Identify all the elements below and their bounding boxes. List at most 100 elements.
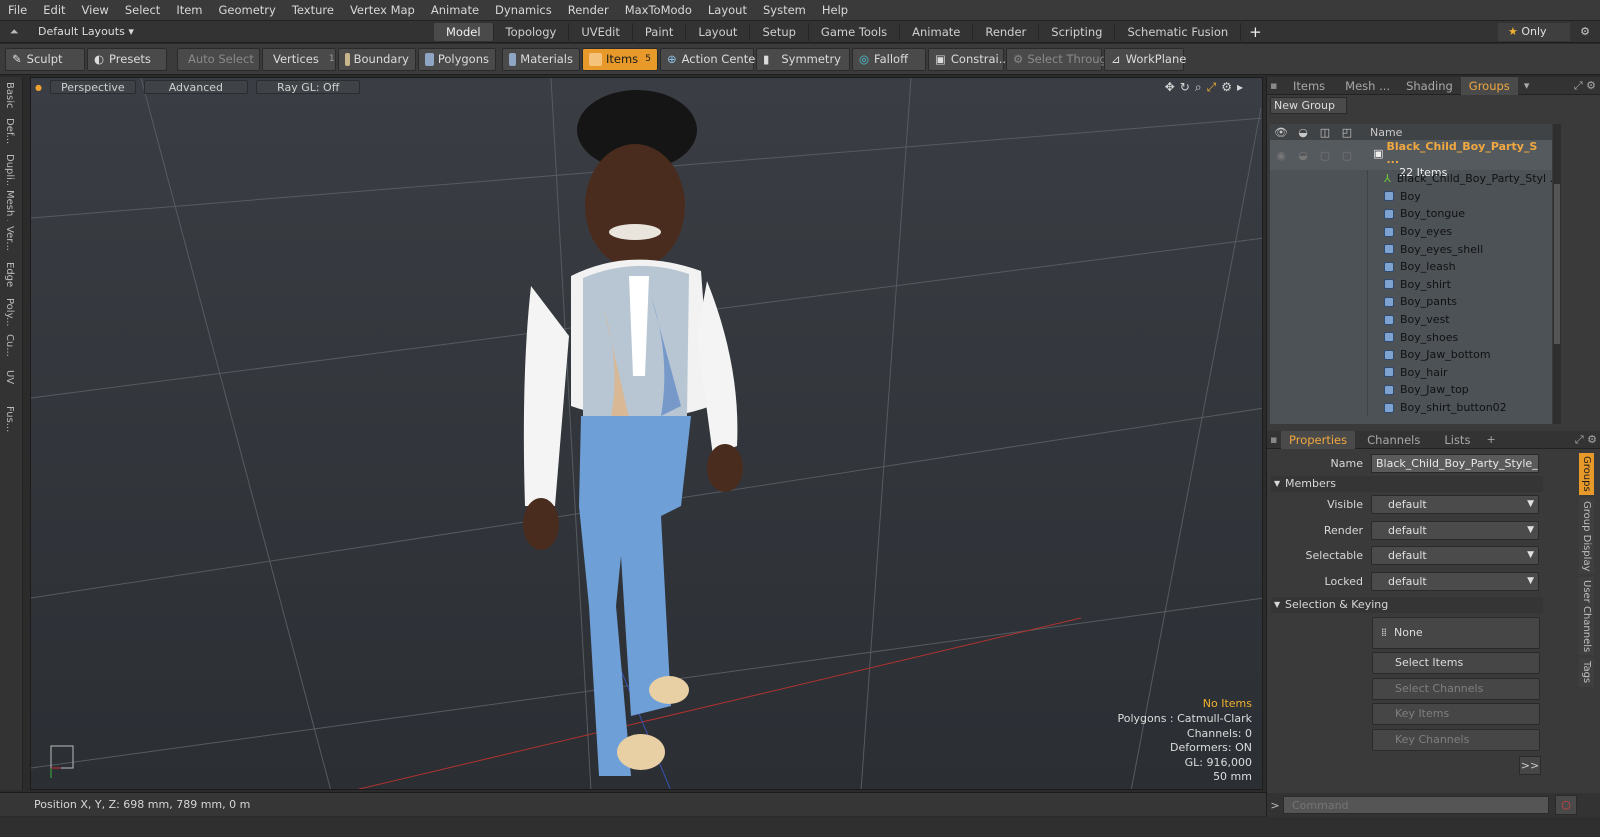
tab-model[interactable]: Model <box>434 22 494 41</box>
menu-system[interactable]: System <box>755 3 814 17</box>
advanced-dropdown[interactable]: Advanced <box>143 80 249 94</box>
menu-select[interactable]: Select <box>117 3 168 17</box>
only-toggle[interactable]: ★ Only <box>1498 22 1570 41</box>
raygl-dropdown[interactable]: Ray GL: Off <box>256 80 361 94</box>
left-tab-basic[interactable]: Basic <box>4 79 15 113</box>
tab-channels[interactable]: Channels <box>1355 431 1432 449</box>
tab-game-tools[interactable]: Game Tools <box>809 22 901 41</box>
side-tab-user-channels[interactable]: User Channels <box>1579 577 1594 656</box>
list-item[interactable]: Boy_Jaw_top <box>1270 381 1552 399</box>
list-item[interactable]: Boy_hair <box>1270 363 1552 382</box>
command-input[interactable] <box>1283 796 1549 814</box>
list-item[interactable]: Boy_shirt <box>1270 275 1552 294</box>
tab-properties[interactable]: Properties <box>1281 430 1356 449</box>
menu-animate[interactable]: Animate <box>423 3 487 17</box>
key-channels-button[interactable]: Key Channels <box>1372 729 1540 751</box>
left-tab-fusion[interactable]: Fus... <box>4 403 15 437</box>
side-tab-tags[interactable]: Tags <box>1579 658 1594 687</box>
tab-topology[interactable]: Topology <box>494 22 570 41</box>
properties-expand-icon[interactable]: ⤢ ⚙ <box>1575 433 1600 447</box>
visibility-toggle[interactable]: ◉ <box>1270 149 1292 162</box>
scrollbar-thumb[interactable] <box>1554 184 1560 344</box>
tab-shading[interactable]: Shading <box>1398 77 1461 95</box>
select-items-button[interactable]: Select Items <box>1372 652 1540 674</box>
none-button[interactable]: ⁞⁞ None <box>1372 617 1540 649</box>
name-column-header[interactable]: Name <box>1358 126 1402 139</box>
select-column-icon[interactable]: ◰ <box>1336 126 1358 139</box>
viewport-gear-icon[interactable]: ⚙ <box>1221 80 1237 94</box>
list-item[interactable]: Boy <box>1270 187 1552 206</box>
list-item[interactable]: Boy_Jaw_bottom <box>1270 345 1552 364</box>
list-item[interactable]: Boy_eyes_shell <box>1270 240 1552 258</box>
list-item[interactable]: Boy_eyes <box>1270 222 1552 241</box>
presets-button[interactable]: ◐ Presets <box>87 47 167 71</box>
tab-uvedit[interactable]: UVEdit <box>569 22 633 41</box>
selection-keying-section[interactable]: ▼ Selection & Keying <box>1271 597 1543 613</box>
falloff-button[interactable]: ◎ Falloff <box>852 47 926 71</box>
menu-geometry[interactable]: Geometry <box>211 3 284 17</box>
auto-select-button[interactable]: Auto Select <box>177 47 260 71</box>
left-tab-curve[interactable]: Cu... <box>4 331 15 365</box>
boundary-button[interactable]: Boundary <box>338 47 416 71</box>
menu-help[interactable]: Help <box>814 3 856 17</box>
eye-column-icon[interactable]: 👁 <box>1270 126 1292 139</box>
left-tab-polygon[interactable]: Poly... <box>4 295 15 329</box>
key-items-button[interactable]: Key Items <box>1372 703 1540 725</box>
panel-expand-icon[interactable]: ⤢ ⚙ <box>1574 79 1600 93</box>
tab-mesh[interactable]: Mesh ... <box>1337 77 1398 95</box>
materials-button[interactable]: Materials <box>502 47 580 71</box>
tab-lists[interactable]: Lists <box>1432 431 1482 449</box>
left-tab-edge[interactable]: Edge <box>4 259 15 293</box>
new-group-button[interactable]: New Group <box>1270 97 1347 114</box>
list-scrollbar[interactable] <box>1553 124 1561 424</box>
list-item[interactable]: Boy_shoes <box>1270 328 1552 346</box>
polygons-button[interactable]: Polygons <box>418 47 496 71</box>
selectable-dropdown[interactable]: default ▼ <box>1371 545 1539 565</box>
lock-toggle[interactable]: ▢ <box>1314 149 1336 162</box>
menu-view[interactable]: View <box>74 3 117 17</box>
perspective-dropdown[interactable]: Perspective <box>49 80 136 94</box>
menu-layout[interactable]: Layout <box>700 3 755 17</box>
maximize-icon[interactable]: ⤢ <box>1207 80 1222 94</box>
tab-paint[interactable]: Paint <box>633 22 687 41</box>
menu-edit[interactable]: Edit <box>35 3 73 17</box>
tab-render[interactable]: Render <box>973 22 1040 41</box>
action-center-button[interactable]: ⊕ Action Center <box>660 47 760 71</box>
locked-dropdown[interactable]: default ▼ <box>1371 571 1539 591</box>
zoom-icon[interactable]: ⌕ <box>1195 80 1207 94</box>
record-icon[interactable]: ○ <box>1555 795 1577 815</box>
tab-animate[interactable]: Animate <box>900 22 974 41</box>
list-item[interactable]: Boy_shirt_button02 <box>1270 398 1552 417</box>
character-model[interactable] <box>511 86 811 786</box>
tab-scripting[interactable]: Scripting <box>1039 22 1116 41</box>
menu-render[interactable]: Render <box>560 3 617 17</box>
lock-column-icon[interactable]: ◫ <box>1314 126 1336 139</box>
tab-layout[interactable]: Layout <box>686 22 751 41</box>
list-item[interactable]: Boy_pants <box>1270 293 1552 311</box>
group-row[interactable]: ◉ ◒ ▢ ▢ ▣ Black_Child_Boy_Party_S ... 22 Ite… <box>1270 140 1552 179</box>
constrain-button[interactable]: ▣ Constrai... <box>928 47 1010 71</box>
menu-file[interactable]: File <box>0 3 35 17</box>
tabs-menu-icon[interactable]: ▾ <box>1524 79 1530 92</box>
side-tab-groups[interactable]: Groups <box>1579 453 1594 495</box>
sculpt-button[interactable]: ✎ Sculpt <box>5 47 85 71</box>
items-button[interactable]: Items 5 <box>582 47 658 71</box>
layout-dropdown[interactable]: Default Layouts ▾ <box>28 25 158 38</box>
move-icon[interactable]: ✥ <box>1165 80 1180 94</box>
more-button[interactable]: >> <box>1519 756 1541 775</box>
list-item[interactable]: Boy_vest <box>1270 310 1552 329</box>
side-tab-group-display[interactable]: Group Display <box>1579 497 1594 575</box>
render-dropdown[interactable]: default ▼ <box>1371 520 1539 540</box>
list-item[interactable]: Boy_leash <box>1270 257 1552 276</box>
workplane-button[interactable]: ⊿ WorkPlane <box>1104 47 1186 71</box>
vertices-button[interactable]: Vertices 1 <box>262 47 336 71</box>
select-through-button[interactable]: ⚙ Select Through <box>1006 47 1114 71</box>
menu-texture[interactable]: Texture <box>284 3 342 17</box>
menu-dynamics[interactable]: Dynamics <box>487 3 560 17</box>
tab-groups[interactable]: Groups <box>1460 76 1518 95</box>
3d-viewport[interactable]: ● Perspective Advanced Ray GL: Off ✥↻⌕⤢⚙… <box>30 77 1263 790</box>
gear-icon[interactable]: ⚙ <box>1570 25 1600 38</box>
rotate-icon[interactable]: ↻ <box>1180 80 1195 94</box>
list-item[interactable]: ⅄ Black_Child_Boy_Party_Styl ... <box>1270 170 1552 188</box>
menu-item[interactable]: Item <box>168 3 210 17</box>
